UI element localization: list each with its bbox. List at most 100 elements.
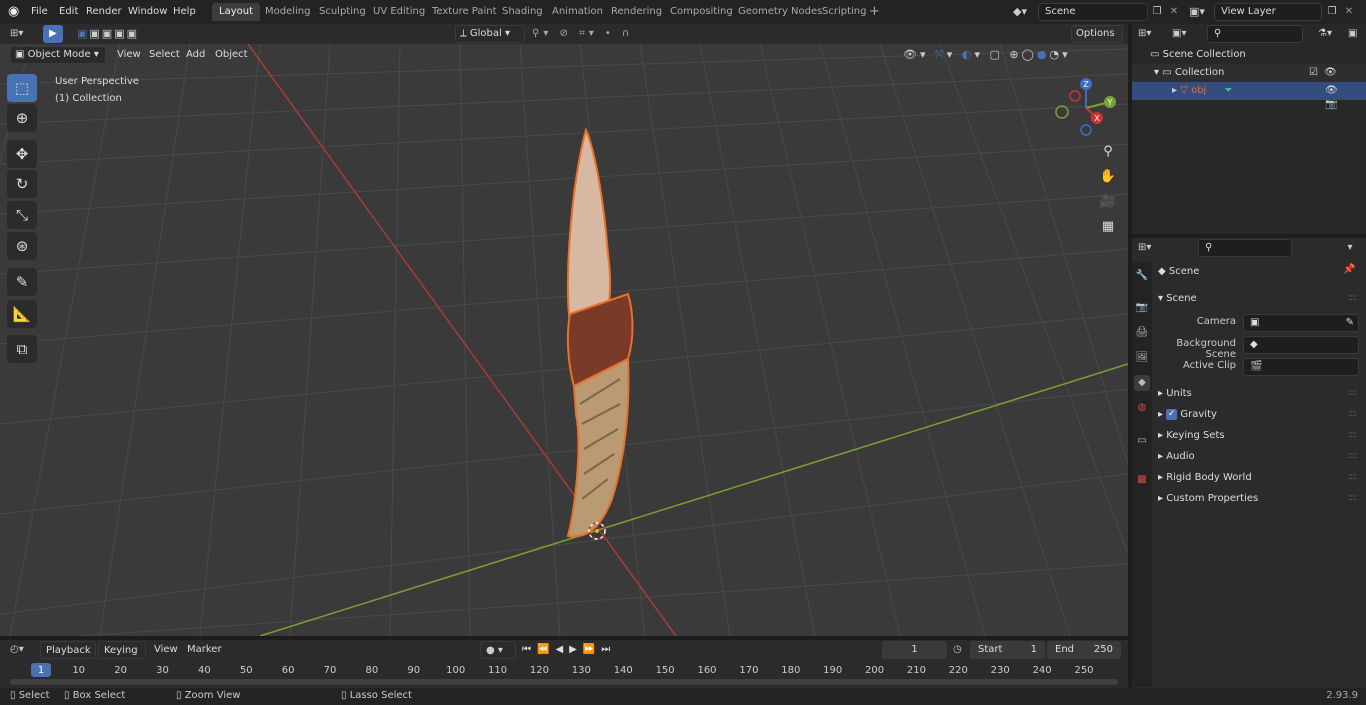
filter-icon[interactable]: ⚗▾ [1318, 26, 1340, 42]
timeline-editor-type-icon[interactable]: ◴▾ [10, 642, 36, 658]
transform-tool[interactable]: ⊛ [7, 232, 37, 260]
units-panel-header[interactable]: ▸ Units [1158, 384, 1348, 404]
delete-scene-icon[interactable]: ✕ [1167, 3, 1181, 21]
pin-icon[interactable]: 📌 [1343, 264, 1355, 275]
3d-viewport[interactable] [0, 44, 1128, 636]
selected-object-knife[interactable] [500, 124, 700, 564]
options-dropdown[interactable]: Options ▾ [1071, 25, 1123, 55]
current-frame-field[interactable]: 1 [882, 641, 947, 659]
texture-tab-icon[interactable]: ▩ [1134, 472, 1150, 488]
view-layer-icon[interactable]: ▣▾ [1189, 3, 1213, 21]
select-box-tool[interactable]: ⬚ [7, 74, 37, 102]
pivot-snap-proportional-icons[interactable]: ⚲▾ ⊘ ⌗▾ • ∩ [532, 26, 662, 42]
camera-view-icon[interactable]: 🎥 [1097, 191, 1119, 213]
drag-handle-icon[interactable]: :::: [1348, 472, 1357, 482]
timeline-menu-marker[interactable]: Marker [181, 641, 228, 659]
cursor-tool[interactable]: ⊕ [7, 104, 37, 132]
new-scene-icon[interactable]: ❐ [1149, 3, 1165, 21]
ortho-grid-icon[interactable]: ▦ [1097, 216, 1119, 238]
tab-scripting[interactable]: Scripting [815, 3, 873, 21]
tab-texture-paint[interactable]: Texture Paint [425, 3, 504, 21]
menu-render[interactable]: Render [86, 4, 122, 20]
view-layer-tab-icon[interactable]: 🖼 [1134, 350, 1150, 366]
gravity-panel-header[interactable]: ▸ ✓ Gravity [1158, 405, 1348, 425]
scene-selector-icon[interactable]: ◆▾ [1013, 3, 1037, 21]
tab-compositing[interactable]: Compositing [663, 3, 740, 21]
tab-layout[interactable]: Layout [212, 3, 260, 21]
tab-sculpting[interactable]: Sculpting [312, 3, 373, 21]
tab-uv-editing[interactable]: UV Editing [366, 3, 432, 21]
scene-tab-icon[interactable]: ◆ [1134, 375, 1150, 391]
outliner-search-input[interactable]: ⚲ [1207, 25, 1303, 43]
collection-tab-icon[interactable]: ▭ [1134, 433, 1150, 449]
render-tab-icon[interactable]: 📷 [1134, 300, 1150, 316]
mode-dropdown[interactable]: ▣ Object Mode ▾ [10, 46, 106, 64]
keying-menu[interactable]: Keying ▾ [98, 641, 146, 674]
outliner-row-scene-collection[interactable]: ▭ Scene Collection [1132, 46, 1366, 64]
new-view-layer-icon[interactable]: ❐ [1324, 3, 1340, 21]
display-mode-icon[interactable]: ▣▾ [1172, 26, 1198, 42]
viewport-shading-controls[interactable]: 👁▾ ⤧▾ ◐▾ ▢ ⊕◯●◔▾ [903, 46, 1123, 64]
scene-name-field[interactable]: Scene [1038, 3, 1148, 21]
select-tool-icon[interactable]: ▶ [43, 25, 63, 43]
collection-visibility-icons[interactable]: ☑👁📷 [1309, 66, 1359, 92]
drag-handle-icon[interactable]: :::: [1348, 409, 1357, 419]
pan-hand-icon[interactable]: ✋ [1097, 166, 1119, 188]
drag-handle-icon[interactable]: :::: [1348, 451, 1357, 461]
camera-field[interactable]: ▣ ✎ [1243, 314, 1359, 332]
tab-shading[interactable]: Shading [495, 3, 550, 21]
tab-animation[interactable]: Animation [545, 3, 610, 21]
menu-help[interactable]: Help [173, 4, 196, 20]
add-workspace-icon[interactable]: + [869, 4, 883, 20]
object-visibility-icons[interactable]: 👁📷 [1325, 84, 1361, 110]
clock-icon[interactable]: ◷ [953, 641, 969, 659]
menu-edit[interactable]: Edit [59, 4, 78, 20]
measure-tool[interactable]: 📐 [7, 300, 37, 328]
drag-handle-icon[interactable]: :::: [1348, 493, 1357, 503]
start-frame-field[interactable]: Start 1 [970, 641, 1045, 659]
orientation-dropdown[interactable]: ⟂ Global ▾ [455, 25, 525, 43]
selection-mode-icons[interactable]: ▣▣▣▣▣ [77, 26, 161, 42]
move-tool[interactable]: ✥ [7, 140, 37, 168]
tool-tab-icon[interactable]: 🔧 [1134, 268, 1150, 284]
add-cube-tool[interactable]: ⧉ [7, 335, 37, 363]
auto-key-button[interactable]: ● ▾ [480, 641, 516, 659]
view-layer-field[interactable]: View Layer [1214, 3, 1322, 21]
expand-arrow-icon[interactable]: ▸ [1172, 85, 1180, 96]
viewport-menu-view[interactable]: View [111, 46, 147, 64]
timeline-menu-view[interactable]: View [148, 641, 184, 659]
eyedropper-icon[interactable]: ✎ [1346, 315, 1354, 331]
background-scene-field[interactable]: ◆ [1243, 336, 1359, 354]
drag-handle-icon[interactable]: :::: [1348, 293, 1357, 303]
rigid-body-world-panel-header[interactable]: ▸ Rigid Body World [1158, 468, 1348, 488]
navigation-gizmo[interactable]: Z Y X [1052, 74, 1120, 138]
properties-search-input[interactable]: ⚲ [1198, 239, 1292, 257]
editor-type-icon[interactable]: ⊞▾ [10, 26, 34, 42]
delete-view-layer-icon[interactable]: ✕ [1342, 3, 1356, 21]
properties-editor-type-icon[interactable]: ⊞▾ [1138, 240, 1166, 256]
annotate-tool[interactable]: ✎ [7, 268, 37, 296]
zoom-icon[interactable]: ⚲ [1097, 141, 1119, 163]
custom-properties-panel-header[interactable]: ▸ Custom Properties [1158, 489, 1348, 509]
playback-menu[interactable]: Playback ▾ [40, 641, 96, 674]
3d-cursor-icon[interactable] [585, 519, 609, 543]
gravity-checkbox[interactable]: ✓ [1166, 408, 1178, 420]
scene-panel-header[interactable]: ▾ Scene [1158, 289, 1358, 309]
output-tab-icon[interactable]: 🖨 [1134, 325, 1150, 341]
blender-logo-icon[interactable]: ◉ [8, 4, 24, 20]
end-frame-field[interactable]: End 250 [1047, 641, 1121, 659]
new-collection-icon[interactable]: ▣ [1348, 26, 1362, 42]
tab-rendering[interactable]: Rendering [604, 3, 669, 21]
properties-options-chevron-icon[interactable]: ▾ [1342, 240, 1358, 256]
world-tab-icon[interactable]: ◍ [1134, 400, 1150, 416]
viewport-menu-object[interactable]: Object [209, 46, 254, 64]
expand-arrow-icon[interactable]: ▾ [1154, 67, 1162, 78]
drag-handle-icon[interactable]: :::: [1348, 430, 1357, 440]
playback-controls[interactable]: ⏮⏪◀▶⏩⏭ [522, 641, 632, 659]
menu-file[interactable]: File [31, 4, 48, 20]
scale-tool[interactable]: ⤡ [7, 201, 37, 229]
timeline-scrollbar[interactable] [10, 679, 1118, 685]
keying-sets-panel-header[interactable]: ▸ Keying Sets [1158, 426, 1348, 446]
viewport-menu-add[interactable]: Add [180, 46, 211, 64]
outliner-editor-type-icon[interactable]: ⊞▾ [1138, 26, 1166, 42]
